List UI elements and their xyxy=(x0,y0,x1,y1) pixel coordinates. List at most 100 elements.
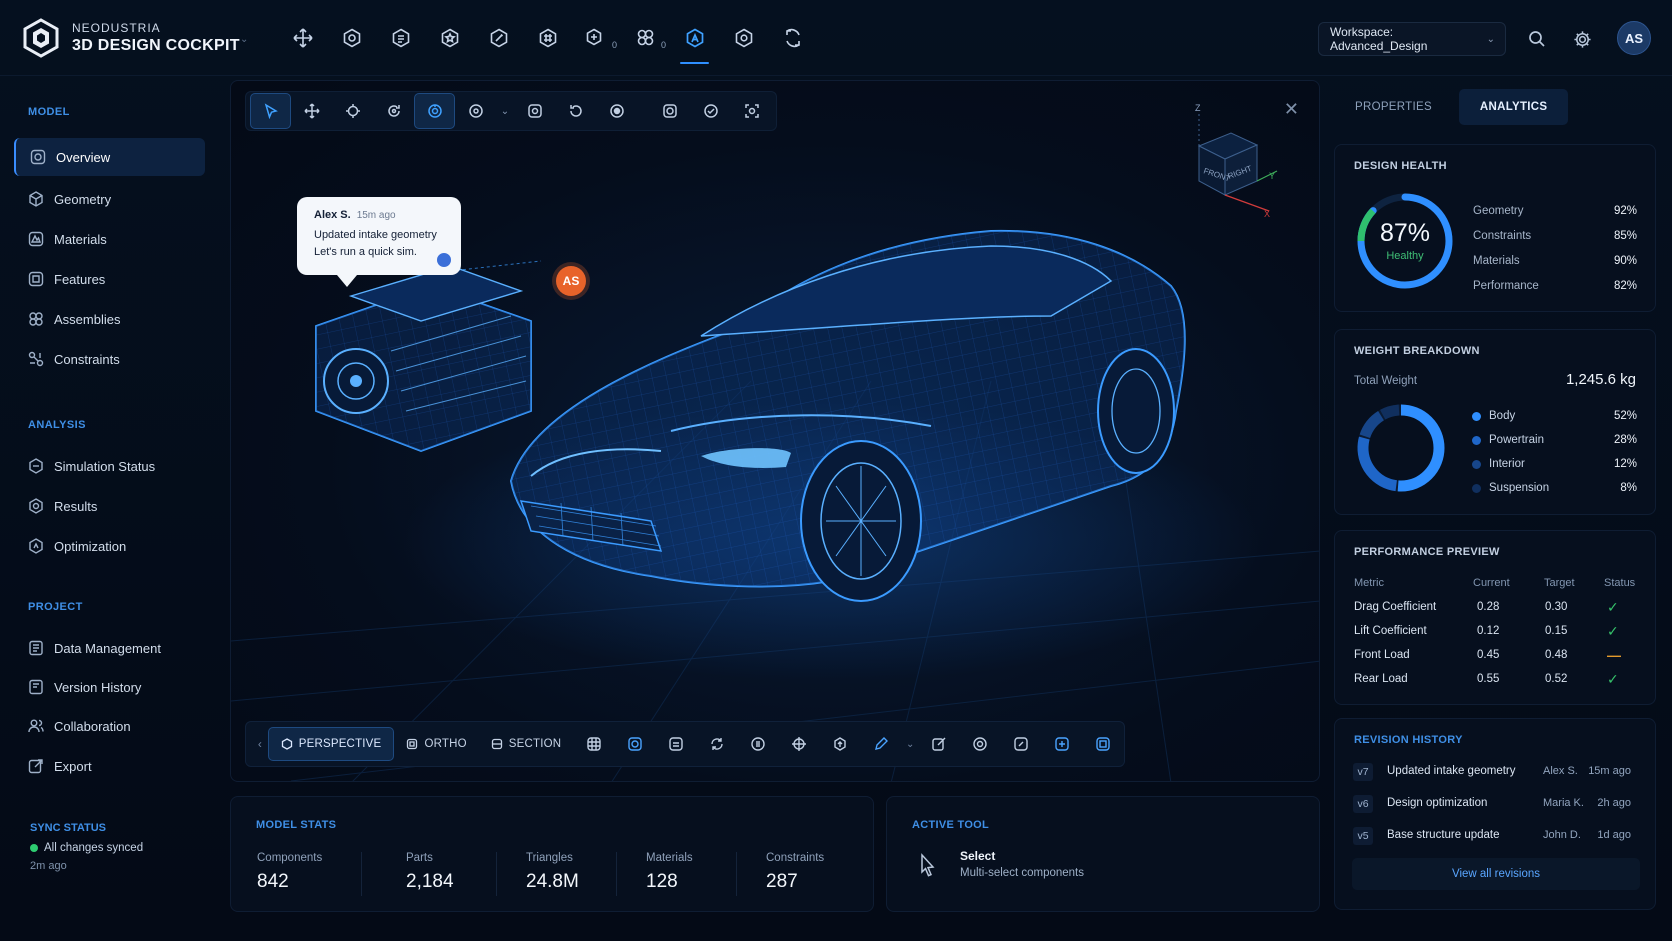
perf-metric: Rear Load xyxy=(1354,673,1408,685)
fit-view-icon[interactable] xyxy=(731,93,772,129)
divider xyxy=(496,852,497,896)
crosshair-icon[interactable] xyxy=(778,727,819,761)
screenshot-icon[interactable] xyxy=(649,93,690,129)
brand-menu-chevron-icon[interactable]: ⌄ xyxy=(240,34,248,45)
focus-icon[interactable] xyxy=(596,93,637,129)
export-view-icon[interactable] xyxy=(1042,727,1083,761)
analysis-icon[interactable]: 0 xyxy=(621,18,670,58)
pen-options-chevron-icon[interactable]: ⌄ xyxy=(901,727,918,761)
fullscreen-icon[interactable] xyxy=(1083,727,1124,761)
sidebar-item-optimization[interactable]: Optimization xyxy=(14,527,205,565)
optimization-icon xyxy=(29,538,43,554)
sidebar-item-export[interactable]: Export xyxy=(14,747,205,785)
view-all-revisions-button[interactable]: View all revisions xyxy=(1352,858,1640,890)
sync-status-title: SYNC STATUS xyxy=(30,822,106,834)
camera-icon[interactable] xyxy=(960,727,1001,761)
weight-legend-powertrain: Powertrain 28% xyxy=(1472,434,1637,446)
close-icon[interactable]: ✕ xyxy=(1284,99,1299,120)
select-cursor-icon[interactable] xyxy=(250,93,291,129)
chevron-left-icon[interactable]: ‹ xyxy=(252,737,268,751)
stat-value: 842 xyxy=(257,871,289,892)
simulation-count: 0 xyxy=(611,40,617,50)
sidebar-item-assemblies[interactable]: Assemblies xyxy=(14,300,205,338)
orientation-gizmo[interactable]: FRONT RIGHT Z Y X xyxy=(1159,101,1279,221)
measure-icon[interactable] xyxy=(514,93,555,129)
total-weight-value: 1,245.6 kg xyxy=(1565,371,1636,388)
simulation-icon[interactable]: 0 xyxy=(572,18,621,58)
sidebar-item-label: Data Management xyxy=(54,640,161,656)
health-score-label: 87% Healthy xyxy=(1355,219,1455,262)
component-icon[interactable] xyxy=(327,18,376,58)
feature-icon[interactable] xyxy=(425,18,474,58)
features-icon xyxy=(28,271,44,287)
snap-icon[interactable] xyxy=(455,93,496,129)
check-icon: ✓ xyxy=(1607,623,1619,639)
gear-icon[interactable] xyxy=(1569,26,1595,52)
part-icon[interactable] xyxy=(376,18,425,58)
search-icon[interactable] xyxy=(1524,26,1550,52)
view-ortho-label: ORTHO xyxy=(424,738,467,750)
perf-header-current: Current xyxy=(1473,577,1510,589)
perf-current: 0.45 xyxy=(1477,649,1500,661)
sidebar-item-collaboration[interactable]: Collaboration xyxy=(14,707,205,745)
comment-bubble[interactable]: Alex S. 15m ago Updated intake geometry L… xyxy=(297,197,461,287)
check-icon: ✓ xyxy=(1607,599,1619,615)
cockpit-icon[interactable] xyxy=(670,18,719,64)
move-icon[interactable] xyxy=(278,18,327,58)
info-icon[interactable] xyxy=(737,727,778,761)
tab-properties[interactable]: PROPERTIES xyxy=(1334,89,1453,125)
refresh-icon[interactable] xyxy=(696,727,737,761)
edit-icon[interactable] xyxy=(919,727,960,761)
view-perspective-button[interactable]: PERSPECTIVE xyxy=(267,727,395,761)
pan-icon[interactable] xyxy=(291,93,332,129)
sidebar-item-constraints[interactable]: Constraints xyxy=(14,340,205,378)
revision-title: Updated intake geometry xyxy=(1387,765,1516,777)
annotate-icon[interactable] xyxy=(1001,727,1042,761)
perf-metric: Front Load xyxy=(1354,649,1410,661)
visibility-icon[interactable] xyxy=(690,93,731,129)
reaction-icon[interactable] xyxy=(437,253,451,267)
orbit-icon[interactable] xyxy=(414,93,455,129)
sidebar-item-features[interactable]: Features xyxy=(14,260,205,298)
settings-gear-icon[interactable] xyxy=(719,18,768,58)
geometry-icon xyxy=(29,191,43,207)
sync-icon[interactable] xyxy=(768,18,817,58)
view-section-button[interactable]: SECTION xyxy=(479,727,574,761)
gizmo-x-label: X xyxy=(1264,209,1270,219)
view-ortho-button[interactable]: ORTHO xyxy=(394,727,478,761)
sidebar-item-materials[interactable]: Materials xyxy=(14,220,205,258)
legend-pct: 12% xyxy=(1613,458,1637,470)
brand[interactable]: NEODUSTRIA 3D DESIGN COCKPIT xyxy=(22,18,240,58)
rotate-icon[interactable] xyxy=(373,93,414,129)
sidebar-item-geometry[interactable]: Geometry xyxy=(14,180,205,218)
grid-icon[interactable] xyxy=(573,727,614,761)
comment-message: Updated intake geometry Let's run a quic… xyxy=(314,229,437,258)
mesh-icon[interactable] xyxy=(523,18,572,58)
pen-icon[interactable] xyxy=(860,727,901,761)
active-tool-panel: ACTIVE TOOL Select Multi-select componen… xyxy=(886,796,1320,912)
legend-dot xyxy=(1472,411,1481,421)
stat-constraints: Constraints 287 xyxy=(766,852,824,893)
render-icon[interactable] xyxy=(614,727,655,761)
sidebar-item-simulation-status[interactable]: Simulation Status xyxy=(14,447,205,485)
sidebar-item-results[interactable]: Results xyxy=(14,487,205,525)
comment-pin-avatar[interactable]: AS xyxy=(556,266,586,296)
sidebar-item-data-management[interactable]: Data Management xyxy=(14,629,205,667)
sketch-icon[interactable] xyxy=(474,18,523,58)
sidebar-item-version-history[interactable]: Version History xyxy=(14,668,205,706)
snap-options-chevron-icon[interactable]: ⌄ xyxy=(496,106,514,117)
stat-parts: Parts 2,184 xyxy=(406,852,454,893)
health-score: 87% xyxy=(1379,219,1431,247)
sidebar-item-overview[interactable]: Overview xyxy=(14,138,205,176)
3d-viewport[interactable]: ⌄ ✕ FRONT RIGHT Z Y X Alex S. 15m ago Upd… xyxy=(230,80,1320,782)
upload-icon[interactable] xyxy=(819,727,860,761)
brand-product: 3D DESIGN COCKPIT xyxy=(72,37,240,54)
move-gizmo-icon[interactable] xyxy=(332,93,373,129)
reset-view-icon[interactable] xyxy=(555,93,596,129)
design-health-card: DESIGN HEALTH 87% Healthy Geometry 92% Co… xyxy=(1334,144,1656,312)
data-management-icon xyxy=(29,640,43,656)
user-avatar[interactable]: AS xyxy=(1617,21,1651,55)
layers-icon[interactable] xyxy=(655,727,696,761)
tab-analytics[interactable]: ANALYTICS xyxy=(1458,89,1569,125)
workspace-selector[interactable]: Workspace: Advanced_Design ⌄ xyxy=(1318,22,1506,56)
